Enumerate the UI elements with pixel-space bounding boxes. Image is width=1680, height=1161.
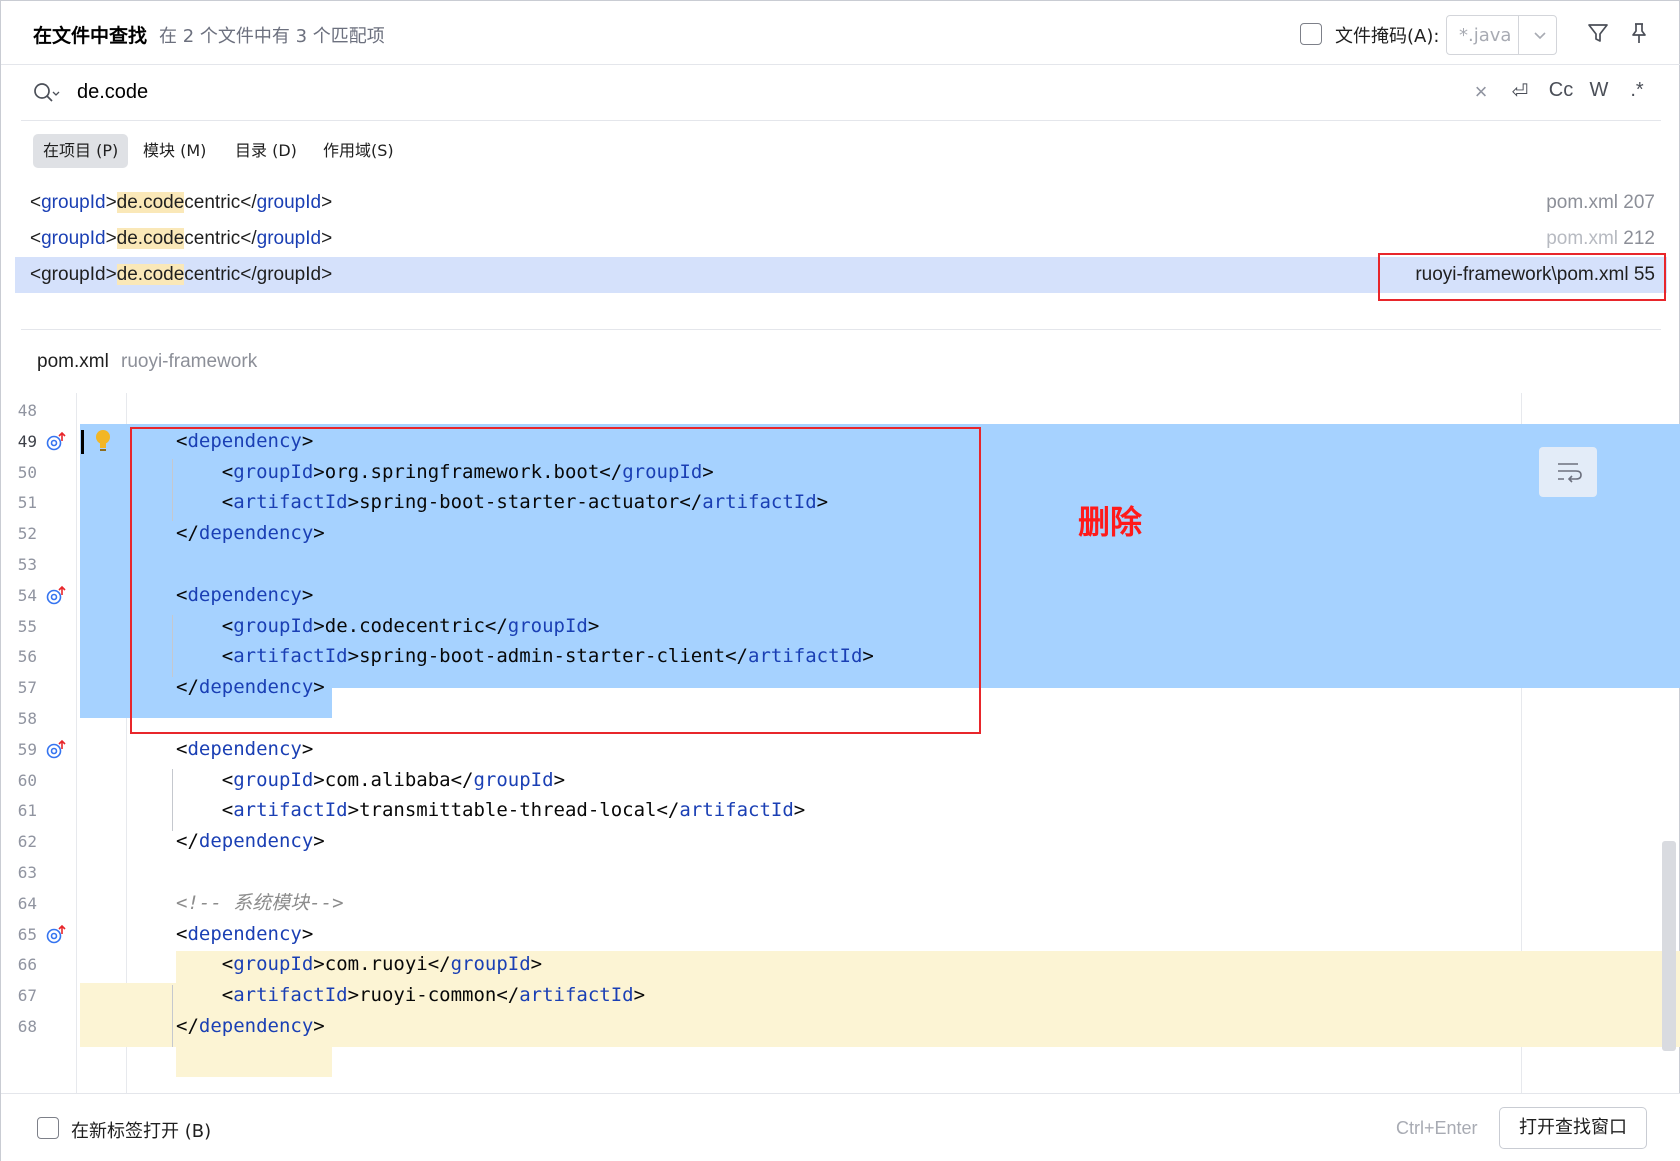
- result-code: <groupId>de.codecentric</groupId>: [30, 192, 333, 213]
- code-line: 65 <dependency>: [1, 918, 1680, 951]
- code-line: 48: [1, 394, 1680, 427]
- implements-gutter-icon[interactable]: [45, 585, 67, 607]
- line-number: 65: [17, 924, 37, 944]
- code-text: <artifactId>ruoyi-common</artifactId>: [221, 984, 646, 1007]
- file-mask-combo[interactable]: *.java: [1446, 15, 1557, 55]
- implements-gutter-icon[interactable]: [45, 431, 67, 453]
- line-number: 62: [17, 832, 37, 852]
- code-line: 62 </dependency>: [1, 825, 1680, 858]
- result-row[interactable]: <groupId>de.codecentric</groupId> pom.xm…: [15, 185, 1667, 221]
- line-number: 63: [17, 863, 37, 882]
- code-line: 68 </dependency>: [1, 1010, 1680, 1043]
- chevron-down-icon[interactable]: [1527, 20, 1553, 50]
- preview-file-name: pom.xml: [37, 351, 109, 372]
- tab-in-project[interactable]: 在项目 (P): [33, 134, 129, 168]
- soft-wrap-button[interactable]: [1539, 447, 1597, 497]
- line-number: 68: [17, 1017, 37, 1036]
- text-caret: [81, 430, 84, 454]
- code-line: 59 <dependency>: [1, 733, 1680, 766]
- annotation-delete-label: 删除: [1078, 503, 1143, 541]
- divider: [21, 329, 1661, 330]
- code-text: <groupId>com.ruoyi</groupId>: [221, 953, 543, 976]
- line-number: 52: [17, 524, 37, 544]
- dialog-title: 在文件中查找: [33, 25, 148, 47]
- pin-icon[interactable]: [1625, 19, 1653, 47]
- line-number: 64: [17, 893, 37, 913]
- words-icon[interactable]: W: [1585, 79, 1613, 107]
- regex-icon[interactable]: .*: [1623, 79, 1651, 107]
- line-number: 55: [17, 616, 37, 636]
- dialog-footer: 在新标签打开 (B) Ctrl+Enter 打开查找窗口: [1, 1093, 1680, 1161]
- result-code: <groupId>de.codecentric</groupId>: [30, 264, 333, 285]
- preview-file-path: ruoyi-framework: [121, 351, 258, 372]
- code-line: 66 <groupId>com.ruoyi</groupId>: [1, 948, 1680, 981]
- newline-icon[interactable]: ⏎: [1505, 79, 1535, 107]
- shortcut-hint: Ctrl+Enter: [1396, 1118, 1478, 1138]
- match-highlight: de.code: [116, 192, 185, 213]
- tab-scope[interactable]: 作用域(S): [313, 134, 404, 168]
- clear-icon[interactable]: ×: [1469, 79, 1493, 107]
- file-mask-checkbox[interactable]: [1300, 23, 1322, 45]
- implements-gutter-icon[interactable]: [45, 924, 67, 946]
- dialog-header: 在文件中查找 在 2 个文件中有 3 个匹配项 文件掩码(A): *.java: [1, 1, 1680, 65]
- annotation-box-location: [1378, 253, 1666, 301]
- match-highlight: de.code: [116, 228, 185, 249]
- open-in-new-tab-label: 在新标签打开 (B): [71, 1121, 212, 1142]
- find-in-files-dialog: 在文件中查找 在 2 个文件中有 3 个匹配项 文件掩码(A): *.java …: [0, 0, 1680, 1161]
- code-text: <groupId>com.alibaba</groupId>: [221, 768, 566, 791]
- open-in-new-tab-checkbox[interactable]: [37, 1117, 59, 1139]
- code-text: <!-- 系统模块-->: [176, 891, 344, 914]
- search-icon[interactable]: [31, 80, 61, 106]
- usage-highlight-tail: [176, 1047, 332, 1077]
- line-number: 53: [17, 555, 37, 574]
- code-line: 60 <groupId>com.alibaba</groupId>: [1, 764, 1680, 797]
- filter-icon[interactable]: [1584, 19, 1612, 47]
- line-number: 51: [17, 493, 37, 513]
- vertical-scrollbar[interactable]: [1662, 841, 1676, 1051]
- code-line: 64 <!-- 系统模块-->: [1, 887, 1680, 920]
- result-location: pom.xml 212: [1546, 228, 1655, 249]
- line-number: 49: [17, 431, 37, 451]
- implements-gutter-icon[interactable]: [45, 739, 67, 761]
- search-input[interactable]: [77, 76, 1277, 108]
- line-number: 59: [17, 739, 37, 759]
- line-number: 66: [17, 955, 37, 975]
- result-code: <groupId>de.codecentric</groupId>: [30, 228, 333, 249]
- line-number: 58: [17, 709, 37, 728]
- line-number: 54: [17, 585, 37, 605]
- file-mask-value: *.java: [1459, 25, 1512, 46]
- code-text: <dependency>: [176, 737, 314, 760]
- line-number: 61: [17, 801, 37, 821]
- match-summary: 在 2 个文件中有 3 个匹配项: [159, 26, 385, 47]
- code-line: 63: [1, 856, 1680, 889]
- file-mask-label: 文件掩码(A):: [1335, 26, 1440, 47]
- code-line: 67 <artifactId>ruoyi-common</artifactId>: [1, 979, 1680, 1012]
- line-number: 60: [17, 770, 37, 790]
- search-bar: × ⏎ Cc W .*: [21, 65, 1661, 121]
- lightbulb-icon[interactable]: [93, 428, 113, 454]
- line-number: 50: [17, 462, 37, 482]
- line-number: 56: [17, 647, 37, 667]
- line-number: 57: [17, 678, 37, 698]
- annotation-box-delete: [130, 427, 981, 734]
- code-text: <artifactId>transmittable-thread-local</…: [221, 799, 806, 822]
- match-highlight: de.code: [116, 264, 185, 285]
- tab-module[interactable]: 模块 (M): [133, 134, 216, 168]
- code-text: <dependency>: [176, 922, 314, 945]
- code-text: </dependency>: [176, 1015, 325, 1037]
- match-case-icon[interactable]: Cc: [1545, 79, 1577, 107]
- line-number: 48: [17, 401, 37, 420]
- code-text: </dependency>: [176, 830, 325, 853]
- result-row[interactable]: <groupId>de.codecentric</groupId> pom.xm…: [15, 221, 1667, 257]
- code-line: 61 <artifactId>transmittable-thread-loca…: [1, 794, 1680, 827]
- line-number: 67: [17, 986, 37, 1006]
- result-location: pom.xml 207: [1546, 192, 1655, 213]
- open-find-window-button[interactable]: 打开查找窗口: [1499, 1107, 1647, 1149]
- soft-wrap-icon: [1558, 463, 1582, 483]
- tab-directory[interactable]: 目录 (D): [225, 134, 307, 168]
